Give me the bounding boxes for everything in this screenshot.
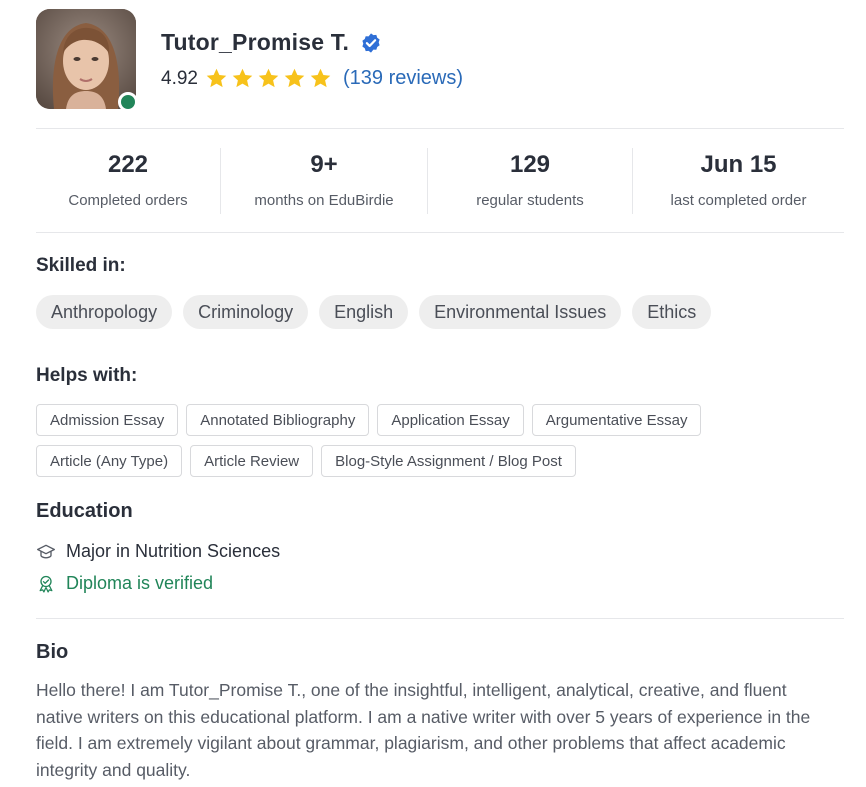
star-icon [284,68,305,88]
education-major: Major in Nutrition Sciences [66,541,281,561]
skill-chip[interactable]: Ethics [632,295,712,329]
stat-regular-students: 129 regular students [428,129,632,232]
education-major-row: Major in Nutrition Sciences [36,541,280,562]
reviews-link[interactable]: (139 reviews) [343,67,463,90]
help-chip[interactable]: Article (Any Type) [36,445,183,477]
diploma-verified-text: Diploma is verified [66,573,214,593]
star-icon [232,68,253,88]
stat-label: Completed orders [68,192,188,209]
online-status-indicator [118,92,138,112]
bio-title: Bio [36,641,69,663]
skills-list: Anthropology Criminology English Environ… [36,295,712,329]
stat-label: last completed order [670,192,807,209]
award-badge-icon [39,575,53,593]
stat-completed-orders: 222 Completed orders [36,129,220,232]
education-title: Education [36,500,133,522]
stat-value: 9+ [310,151,338,178]
stat-value: Jun 15 [700,151,777,178]
divider [36,232,844,233]
skill-chip[interactable]: English [319,295,409,329]
help-chip[interactable]: Application Essay [377,404,524,436]
skilled-in-title: Skilled in: [36,255,126,276]
helps-with-list: Admission Essay Annotated Bibliography A… [36,404,836,477]
star-icon [310,68,331,88]
stat-label: regular students [476,192,584,209]
divider [36,618,844,619]
graduation-cap-icon [37,544,55,559]
stat-months: 9+ months on EduBirdie [221,129,427,232]
skill-chip[interactable]: Environmental Issues [419,295,622,329]
skill-chip[interactable]: Criminology [183,295,309,329]
star-icon [206,68,227,88]
tutor-header: Tutor_Promise T. 4.92 (139 reviews) [36,9,846,112]
stat-value: 222 [107,151,149,178]
help-chip[interactable]: Argumentative Essay [531,404,702,436]
verified-badge-icon [360,32,382,54]
bio-text: Hello there! I am Tutor_Promise T., one … [36,680,811,780]
stat-last-order: Jun 15 last completed order [633,129,844,232]
help-chip[interactable]: Admission Essay [36,404,179,436]
stat-label: months on EduBirdie [254,192,394,209]
education-verified-row: Diploma is verified [36,573,213,594]
rating-value: 4.92 [161,67,198,89]
stat-value: 129 [509,151,551,178]
helps-with-title: Helps with: [36,365,138,386]
skill-chip[interactable]: Anthropology [36,295,173,329]
star-icon [258,68,279,88]
tutor-name: Tutor_Promise T. [161,29,350,55]
stats-bar: 222 Completed orders 9+ months on EduBir… [36,129,844,232]
rating-stars [205,67,332,90]
help-chip[interactable]: Article Review [190,445,314,477]
help-chip[interactable]: Annotated Bibliography [186,404,370,436]
help-chip[interactable]: Blog-Style Assignment / Blog Post [321,445,576,477]
